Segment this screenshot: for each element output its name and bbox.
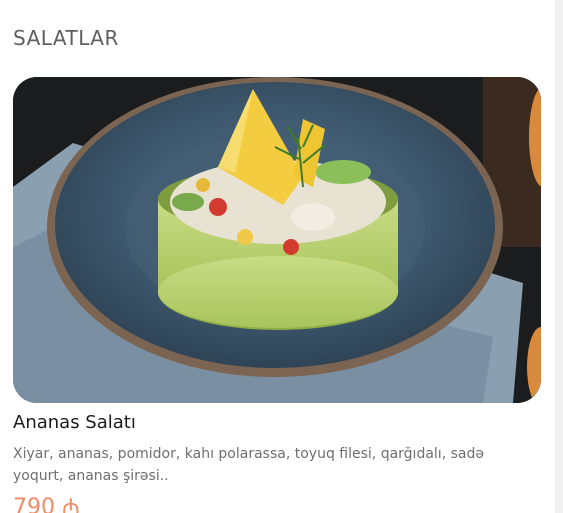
scrollbar-track[interactable] xyxy=(555,0,563,513)
section-title: SALATLAR xyxy=(13,26,119,50)
menu-page: SALATLAR Ananas Salatı Xiyar, ananas, po… xyxy=(0,0,563,513)
salad-photo[interactable] xyxy=(13,77,541,403)
menu-item-price: 790 ₼ xyxy=(13,495,80,513)
salad-photo-illustration xyxy=(13,77,541,403)
menu-item-description: Xiyar, ananas, pomidor, kahı polarassa, … xyxy=(13,446,484,484)
menu-item-name: Ananas Salatı xyxy=(13,412,136,433)
menu-item-card[interactable]: Ananas Salatı Xiyar, ananas, pomidor, ka… xyxy=(13,77,541,513)
